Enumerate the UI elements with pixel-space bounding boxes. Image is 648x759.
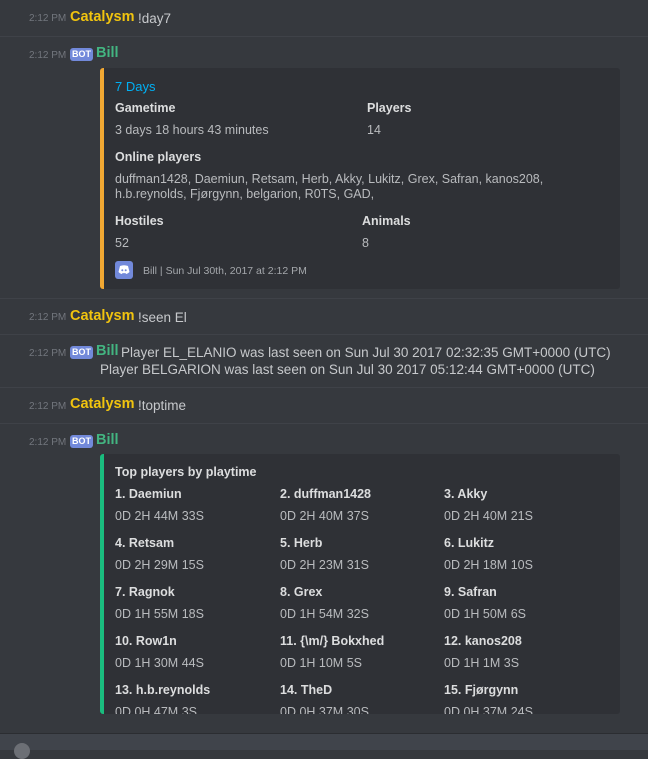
username[interactable]: Catalysm (70, 9, 134, 25)
player-playtime: 0D 1H 55M 18S (115, 607, 204, 621)
field-name-hostiles: Hostiles (115, 214, 164, 228)
player-name: 3. Akky (444, 487, 488, 501)
message: 2:12 PM Catalysm !day7 (0, 0, 648, 36)
player-name: 10. Row1n (115, 634, 177, 648)
player-name: 9. Safran (444, 585, 497, 599)
username[interactable]: Catalysm (70, 308, 134, 324)
player-name: 4. Retsam (115, 536, 175, 550)
player-name: 12. kanos208 (444, 634, 522, 648)
field-name-animals: Animals (362, 214, 411, 228)
timestamp: 2:12 PM (29, 348, 67, 359)
message-content: !day7 (138, 11, 172, 26)
message-content-line2: Player BELGARION was last seen on Sun Ju… (100, 362, 595, 377)
embed: 7 Days Gametime 3 days 18 hours 43 minut… (100, 68, 620, 289)
upload-icon[interactable] (14, 743, 30, 759)
bot-tag: BOT (70, 435, 93, 448)
player-playtime: 0D 1H 50M 6S (444, 607, 526, 621)
message: 2:12 PM Catalysm !toptime (0, 388, 648, 423)
player-playtime: 0D 0H 37M 24S (444, 705, 533, 714)
message-content-line1: Player EL_ELANIO was last seen on Sun Ju… (121, 345, 611, 360)
field-value-players: 14 (367, 123, 381, 137)
player-playtime: 0D 1H 30M 44S (115, 656, 204, 670)
player-name: 1. Daemiun (115, 487, 182, 501)
player-playtime: 0D 2H 18M 10S (444, 558, 533, 572)
player-name: 15. Fjørgynn (444, 683, 519, 697)
player-name: 14. TheD (280, 683, 333, 697)
player-playtime: 0D 1H 1M 3S (444, 656, 520, 670)
bot-tag: BOT (70, 346, 93, 359)
discord-logo-glyph (118, 265, 130, 274)
timestamp: 2:12 PM (29, 401, 67, 412)
player-name: 2. duffman1428 (280, 487, 372, 501)
message: 2:12 PM BOT Bill Top players by playtime… (0, 424, 648, 714)
field-name-players: Players (367, 101, 412, 115)
timestamp: 2:12 PM (29, 437, 67, 448)
field-name-online-players: Online players (115, 150, 202, 164)
embed-title: Top players by playtime (115, 465, 257, 479)
player-playtime: 0D 2H 23M 31S (280, 558, 369, 572)
player-playtime: 0D 2H 29M 15S (115, 558, 204, 572)
player-name: 6. Lukitz (444, 536, 495, 550)
player-playtime: 0D 2H 40M 37S (280, 509, 369, 523)
player-playtime: 0D 2H 40M 21S (444, 509, 533, 523)
player-playtime: 0D 2H 44M 33S (115, 509, 204, 523)
message: 2:12 PM BOT Bill Player EL_ELANIO was la… (0, 335, 648, 387)
player-name: 11. {\m/} Bokxhed (280, 634, 385, 648)
bot-tag: BOT (70, 48, 93, 61)
embed-color-bar (100, 454, 104, 714)
timestamp: 2:12 PM (29, 312, 67, 323)
field-value-hostiles: 52 (115, 236, 129, 250)
field-name-gametime: Gametime (115, 101, 176, 115)
player-name: 5. Herb (280, 536, 323, 550)
message-content: !seen El (138, 310, 187, 325)
field-value-animals: 8 (362, 236, 369, 250)
message-content: !toptime (138, 398, 187, 413)
username[interactable]: Bill (96, 432, 119, 448)
timestamp: 2:12 PM (29, 13, 67, 24)
player-name: 7. Ragnok (115, 585, 175, 599)
field-value-online-players-line2: h.b.reynolds, Fjørgynn, belgarion, R0TS,… (115, 187, 375, 201)
embed-color-bar (100, 68, 104, 289)
message-input-bar[interactable] (0, 733, 648, 750)
field-value-online-players-line1: duffman1428, Daemiun, Retsam, Herb, Akky… (115, 172, 544, 186)
username[interactable]: Bill (96, 45, 119, 61)
player-name: 8. Grex (280, 585, 323, 599)
embed-footer: Bill | Sun Jul 30th, 2017 at 2:12 PM (143, 265, 307, 277)
username[interactable]: Catalysm (70, 396, 134, 412)
field-value-gametime: 3 days 18 hours 43 minutes (115, 123, 269, 137)
player-playtime: 0D 1H 10M 5S (280, 656, 362, 670)
timestamp: 2:12 PM (29, 50, 67, 61)
player-playtime: 0D 0H 37M 30S (280, 705, 369, 714)
player-playtime: 0D 1H 54M 32S (280, 607, 369, 621)
username[interactable]: Bill (96, 343, 119, 359)
message: 2:12 PM BOT Bill 7 Days Gametime 3 days … (0, 37, 648, 297)
embed: Top players by playtime 1. Daemiun 0D 2H … (100, 454, 620, 714)
embed-title[interactable]: 7 Days (115, 79, 155, 94)
message: 2:12 PM Catalysm !seen El (0, 299, 648, 334)
player-playtime: 0D 0H 47M 3S (115, 705, 197, 714)
player-name: 13. h.b.reynolds (115, 683, 211, 697)
discord-logo-icon (115, 261, 133, 279)
